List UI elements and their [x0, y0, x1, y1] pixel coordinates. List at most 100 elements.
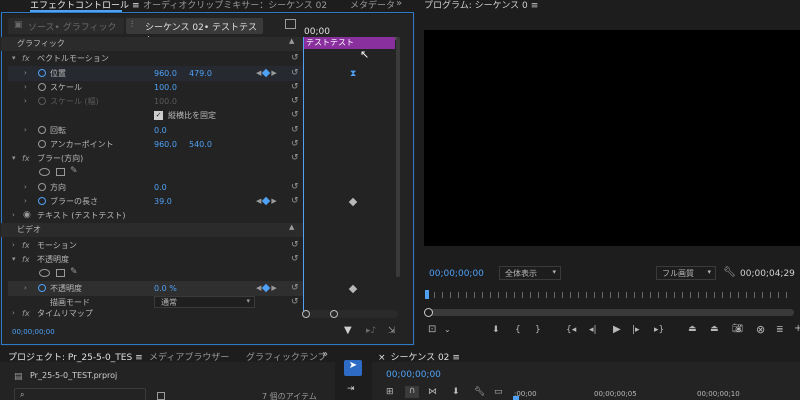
expand-chevron-icon[interactable]: › [12, 309, 15, 317]
go-to-in-icon[interactable]: {◂ [566, 325, 576, 335]
uniform-scale-checkbox[interactable]: ✓ [154, 111, 163, 120]
ellipse-mask-icon[interactable] [39, 168, 50, 176]
expand-chevron-icon[interactable]: › [12, 211, 15, 219]
timeline-playhead[interactable] [513, 396, 519, 400]
filter-icon[interactable]: ▼ [344, 325, 352, 336]
ec-clip-bar[interactable]: テストテスト [303, 37, 395, 49]
anchor-x-value[interactable]: 960.0 [154, 140, 177, 149]
chevron-down-icon[interactable]: ⌄ [444, 325, 451, 334]
program-playhead[interactable] [425, 290, 429, 299]
quality-select[interactable]: フル画質 ▾ [656, 266, 716, 280]
project-search-input[interactable]: ⌕ [14, 388, 146, 400]
snap-icon[interactable]: ∩ [405, 386, 419, 398]
blur-length-value[interactable]: 39.0 [154, 197, 172, 206]
reset-icon[interactable]: ↺ [291, 139, 299, 149]
reset-icon[interactable]: ↺ [291, 254, 299, 264]
stopwatch-icon[interactable] [38, 83, 46, 92]
fx-vector-motion[interactable]: ▾ fx ベクトルモーション ↺ [8, 51, 303, 66]
reset-icon[interactable]: ↺ [291, 182, 299, 192]
add-keyframe-icon[interactable] [262, 284, 271, 293]
stopwatch-icon[interactable] [38, 69, 46, 78]
zoom-select[interactable]: 全体表示 ▾ [499, 266, 561, 280]
collapse-up-icon[interactable]: ▲ [289, 223, 294, 231]
tab-graphic-templates[interactable]: グラフィックテンプ [246, 350, 327, 363]
add-keyframe-icon[interactable] [262, 69, 271, 78]
ec-time-display[interactable]: 00;00;00;00 [12, 328, 55, 336]
tab-audio-clip-mixer[interactable]: オーディオクリップミキサー：シーケンス 02 [143, 0, 327, 11]
expand-chevron-icon[interactable]: ▾ [12, 54, 16, 62]
rectangle-mask-icon[interactable] [56, 168, 65, 176]
fx-opacity[interactable]: ▾ fx 不透明度 ↺ [8, 252, 303, 267]
program-time-ruler[interactable] [426, 292, 794, 298]
reset-icon[interactable]: ↺ [291, 125, 299, 135]
export-frame-icon[interactable]: 📷︎ [732, 324, 743, 334]
direction-value[interactable]: 0.0 [154, 183, 167, 192]
text-layer[interactable]: › ◉ テキスト (テストテスト) [8, 208, 303, 223]
tab-project[interactable]: プロジェクト: Pr_25-5-0_TES ≡ [8, 350, 143, 363]
next-keyframe-icon[interactable]: ▶ [271, 69, 276, 77]
step-forward-icon[interactable]: |▸ [632, 325, 640, 335]
keyframe-hourglass-icon[interactable]: ⧗ [350, 69, 356, 79]
prev-keyframe-icon[interactable]: ◀ [256, 284, 261, 292]
reset-icon[interactable]: ↺ [291, 82, 299, 92]
more-controls-icon[interactable]: ≣ [776, 325, 784, 335]
linked-selection-icon[interactable]: ⋈ [428, 387, 437, 397]
reset-icon[interactable]: ↺ [291, 110, 299, 120]
close-icon[interactable]: × [378, 353, 386, 363]
toggle-timeline-view-icon[interactable] [285, 19, 296, 29]
lift-icon[interactable]: ⏏ [688, 324, 697, 334]
reset-icon[interactable]: ↺ [291, 283, 299, 293]
stopwatch-icon[interactable] [38, 284, 46, 293]
stopwatch-icon[interactable] [38, 140, 46, 149]
expand-chevron-icon[interactable]: › [24, 83, 27, 91]
ec-zoom-scrollbar[interactable] [302, 310, 398, 318]
fx-time-remap[interactable]: › fx タイムリマップ [8, 309, 303, 317]
rectangle-mask-icon[interactable] [56, 269, 65, 277]
expand-chevron-icon[interactable]: › [24, 126, 27, 134]
insert-nest-icon[interactable]: ⊞ [386, 387, 394, 397]
export-icon[interactable]: ⇲ [388, 326, 396, 336]
prev-keyframe-icon[interactable]: ◀ [256, 197, 261, 205]
reset-icon[interactable]: ↺ [291, 53, 299, 63]
expand-chevron-icon[interactable]: › [24, 183, 27, 191]
position-x-value[interactable]: 960.0 [154, 69, 177, 78]
next-keyframe-icon[interactable]: ▶ [271, 284, 276, 292]
reset-icon[interactable]: ↺ [291, 153, 299, 163]
safe-margins-icon[interactable]: ⊡ [428, 324, 436, 335]
scroll-handle-left[interactable] [302, 310, 310, 318]
eye-icon[interactable]: ◉ [23, 210, 31, 220]
step-back-icon[interactable]: ◂| [589, 325, 597, 335]
extract-icon[interactable]: ⏏ [710, 324, 719, 334]
add-keyframe-icon[interactable] [262, 197, 271, 206]
expand-chevron-icon[interactable]: › [24, 69, 27, 77]
expand-chevron-icon[interactable]: › [12, 241, 15, 249]
ellipse-mask-icon[interactable] [39, 269, 50, 277]
tab-timeline-sequence[interactable]: × シーケンス 02 ≡ [378, 350, 460, 363]
wrench-icon[interactable]: 🔧︎ [723, 267, 736, 278]
tab-media-browser[interactable]: メディアブラウザー [149, 350, 229, 363]
sequence-selector[interactable]: ⫶ シーケンス 02• テストテスト [126, 18, 263, 46]
stopwatch-icon[interactable] [38, 197, 46, 206]
program-video-viewport[interactable] [424, 30, 800, 246]
mark-out-icon[interactable]: } [535, 325, 541, 335]
pen-mask-icon[interactable]: ✎ [70, 166, 78, 176]
position-y-value[interactable]: 479.0 [189, 69, 212, 78]
program-zoom-scrollbar[interactable] [424, 308, 794, 317]
collapse-up-icon[interactable]: ▲ [289, 37, 294, 45]
opacity-value[interactable]: 0.0 % [154, 284, 177, 293]
captions-icon[interactable]: ▭ [494, 387, 503, 397]
expand-chevron-icon[interactable]: › [24, 197, 27, 205]
program-timecode[interactable]: 00;00;00;00 [429, 269, 484, 279]
tab-program-monitor[interactable]: プログラム: シーケンス 0 ≡ [424, 0, 538, 11]
bin-icon[interactable] [157, 392, 165, 400]
prev-keyframe-icon[interactable]: ◀ [256, 69, 261, 77]
source-selector[interactable]: ▣ ソース• グラフィック [8, 18, 124, 34]
tab-metadata[interactable]: メタデータ [350, 0, 395, 11]
blend-mode-select[interactable]: 通常 ▾ [154, 296, 255, 308]
play-audio-icon[interactable]: ▸♪ [366, 326, 376, 336]
reset-icon[interactable]: ↺ [291, 68, 299, 78]
play-icon[interactable]: ▶ [613, 324, 621, 335]
fx-motion[interactable]: › fx モーション ↺ [8, 238, 303, 253]
fx-directional-blur[interactable]: ▾ fx ブラー(方向) ↺ [8, 151, 303, 166]
expand-chevron-icon[interactable]: › [24, 284, 27, 292]
